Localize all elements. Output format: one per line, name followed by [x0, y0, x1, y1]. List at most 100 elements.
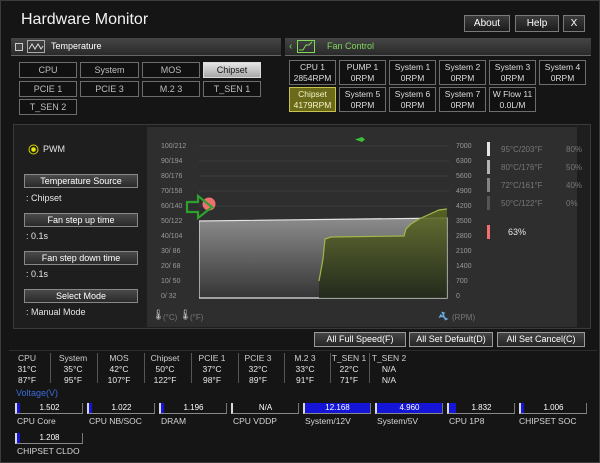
fan-button-system7[interactable]: System 7 0RPM	[439, 87, 486, 112]
summary-name: System	[58, 353, 88, 363]
temp-tick: 80/176	[161, 173, 183, 180]
fan-name: W Flow 11	[492, 89, 533, 99]
chevron-left-icon[interactable]: ‹	[289, 41, 292, 52]
panel-toggle-icon[interactable]	[15, 43, 23, 51]
fan-name: System 4	[544, 62, 581, 72]
sensor-button-cpu[interactable]: CPU	[19, 62, 77, 78]
sensor-button-tsen1[interactable]: T_SEN 1	[203, 81, 261, 97]
legend-marker	[487, 160, 490, 174]
voltage-label: CPU 1P8	[449, 416, 485, 426]
fan-name: System 1	[394, 62, 431, 72]
summary-divider	[284, 353, 285, 383]
fan-name: System 2	[444, 62, 481, 72]
arrow-right-icon	[185, 194, 214, 220]
voltage-label: System/12V	[305, 416, 351, 426]
fan-value: 4179RPM	[293, 100, 332, 110]
legend-temp: 80°C/176°F	[501, 163, 543, 172]
fan-button-system3[interactable]: System 3 0RPM	[489, 60, 536, 85]
fan-curve-graph[interactable]	[199, 141, 449, 299]
all-set-default-button[interactable]: All Set Default(D)	[409, 332, 493, 347]
all-set-cancel-button[interactable]: All Set Cancel(C)	[497, 332, 585, 347]
all-full-speed-button[interactable]: All Full Speed(F)	[314, 332, 406, 347]
summary-name: Chipset	[150, 353, 180, 363]
rpm-tick: 6300	[456, 158, 472, 165]
voltage-bar-cpu-nb-soc: 1.022	[87, 403, 155, 414]
summary-fahrenheit: 107°F	[107, 375, 131, 385]
legend-temp: 95°C/203°F	[501, 145, 543, 154]
temp-tick: 10/ 50	[161, 278, 181, 285]
fan-button-pump1[interactable]: PUMP 1 0RPM	[339, 60, 386, 85]
fan-value: 0RPM	[500, 73, 525, 83]
summary-fahrenheit: 122°F	[153, 375, 177, 385]
fan-button-system1[interactable]: System 1 0RPM	[389, 60, 436, 85]
fan-value: 0RPM	[350, 73, 375, 83]
voltage-bar-cpu-core: 1.502	[15, 403, 83, 414]
summary-celsius: 37°C	[202, 364, 222, 374]
temp-tick: 20/ 68	[161, 263, 181, 270]
fan-button-system4[interactable]: System 4 0RPM	[539, 60, 586, 85]
help-button[interactable]: Help	[515, 15, 559, 32]
sensor-button-chipset[interactable]: Chipset	[203, 62, 261, 78]
select-mode-value: : Manual Mode	[26, 307, 86, 317]
fan-step-up-button[interactable]: Fan step up time	[24, 213, 138, 227]
pwm-radio-icon[interactable]	[28, 144, 39, 155]
summary-name: T_SEN 2	[371, 353, 407, 363]
legend-temp: 72°C/161°F	[501, 181, 543, 190]
voltage-value: 1.208	[39, 433, 60, 442]
summary-divider	[50, 353, 51, 383]
about-button[interactable]: About	[464, 15, 510, 32]
fan-name: System 7	[444, 89, 481, 99]
legend-temp: 50°C/122°F	[501, 199, 543, 208]
fan-value: 0RPM	[400, 73, 425, 83]
summary-celsius: 35°C	[63, 364, 83, 374]
sensor-button-pcie3[interactable]: PCIE 3	[80, 81, 139, 97]
unit-rpm-label: (RPM)	[452, 313, 476, 322]
sensor-button-tsen2[interactable]: T_SEN 2	[19, 99, 77, 115]
sensor-button-mos[interactable]: MOS	[142, 62, 200, 78]
fan-name: PUMP 1	[346, 62, 379, 72]
temp-tick: 100/212	[161, 143, 187, 150]
summary-celsius: 22°C	[339, 364, 359, 374]
rpm-tick: 2800	[456, 233, 472, 240]
green-indicator-icon	[355, 137, 365, 142]
legend-marker	[487, 142, 490, 156]
fan-value: 0RPM	[350, 100, 375, 110]
current-fan-percent: 63%	[508, 227, 527, 237]
temperature-source-button[interactable]: Temperature Source	[24, 174, 138, 188]
temp-tick: 0/ 32	[161, 293, 177, 300]
fan-name: System 6	[394, 89, 431, 99]
fan-button-system6[interactable]: System 6 0RPM	[389, 87, 436, 112]
summary-fahrenheit: 89°F	[248, 375, 268, 385]
fan-button-wflow11[interactable]: W Flow 11 0.0L/M	[489, 87, 536, 112]
summary-celsius: 31°C	[17, 364, 37, 374]
voltage-label: CHIPSET SOC	[519, 416, 577, 426]
fan-value: 0RPM	[450, 100, 475, 110]
close-button[interactable]: X	[563, 15, 585, 32]
sensor-button-m2-3[interactable]: M.2 3	[142, 81, 200, 97]
fan-button-chipset[interactable]: Chipset 4179RPM	[289, 87, 336, 112]
summary-divider	[97, 353, 98, 383]
legend-pct: 80%	[566, 145, 583, 154]
voltage-label: DRAM	[161, 416, 187, 426]
select-mode-button[interactable]: Select Mode	[24, 289, 138, 303]
fan-button-system5[interactable]: System 5 0RPM	[339, 87, 386, 112]
legend-pct: 50%	[566, 163, 583, 172]
summary-fahrenheit: 87°F	[17, 375, 37, 385]
fan-button-cpu1[interactable]: CPU 1 2854RPM	[289, 60, 336, 85]
temp-tick: 50/122	[161, 218, 183, 225]
voltage-value: 1.022	[111, 403, 132, 412]
summary-name: CPU	[18, 353, 36, 363]
voltage-bar-system-12v: 12.168	[303, 403, 371, 414]
sensor-button-system[interactable]: System	[80, 62, 139, 78]
temperature-wave-icon	[27, 40, 45, 53]
fan-button-system2[interactable]: System 2 0RPM	[439, 60, 486, 85]
sensor-button-pcie1[interactable]: PCIE 1	[19, 81, 77, 97]
summary-name: PCIE 1	[198, 353, 226, 363]
summary-name: MOS	[109, 353, 129, 363]
window-title: Hardware Monitor	[21, 11, 149, 28]
voltage-value: 12.168	[325, 403, 350, 412]
fan-step-down-button[interactable]: Fan step down time	[24, 251, 138, 265]
summary-fahrenheit: 91°F	[295, 375, 315, 385]
voltage-label: CHIPSET CLDO	[17, 446, 80, 456]
rpm-tick: 0	[456, 293, 460, 300]
